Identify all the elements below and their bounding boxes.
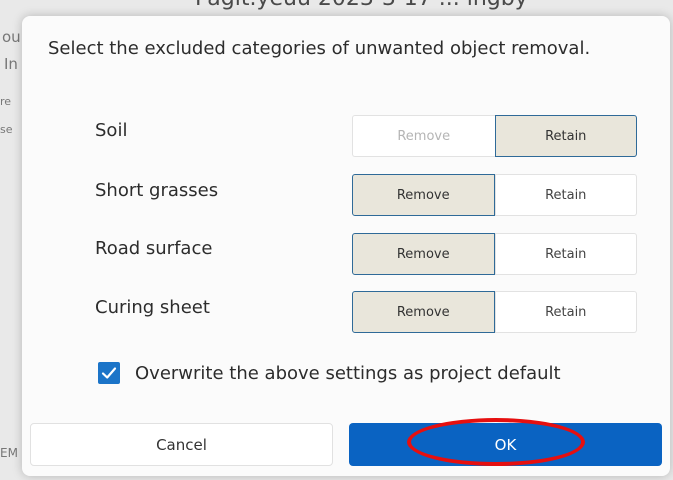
cancel-button[interactable]: Cancel: [30, 423, 333, 466]
project-default-checkbox[interactable]: [98, 362, 120, 384]
project-default-checkbox-label: Overwrite the above settings as project …: [135, 362, 561, 384]
project-default-checkbox-row[interactable]: Overwrite the above settings as project …: [98, 362, 561, 384]
background-text-fragment: In: [4, 55, 18, 73]
soil-retain-option[interactable]: Retain: [494, 115, 637, 157]
road-surface-remove-option[interactable]: Remove: [352, 233, 495, 275]
background-text-fragment: ou: [2, 28, 21, 46]
segmented-control-road-surface: Remove Retain: [352, 233, 637, 275]
background-text-fragment: se: [0, 123, 13, 136]
segmented-control-short-grasses: Remove Retain: [352, 174, 637, 216]
unwanted-object-removal-dialog: Select the excluded categories of unwant…: [22, 16, 670, 476]
dialog-prompt: Select the excluded categories of unwant…: [48, 38, 591, 59]
ok-button[interactable]: OK: [349, 423, 662, 466]
category-label-curing-sheet: Curing sheet: [95, 297, 210, 318]
checkmark-icon: [101, 367, 117, 379]
road-surface-retain-option[interactable]: Retain: [494, 233, 637, 275]
background-text-fragment: EM: [0, 446, 18, 460]
segmented-control-soil: Remove Retain: [352, 115, 637, 157]
background-page-title: Pagit.yeuu 2023-3-17 ... ingby: [195, 0, 615, 14]
curing-sheet-retain-option[interactable]: Retain: [494, 291, 637, 333]
short-grasses-retain-option[interactable]: Retain: [494, 174, 637, 216]
segmented-control-curing-sheet: Remove Retain: [352, 291, 637, 333]
curing-sheet-remove-option[interactable]: Remove: [352, 291, 495, 333]
category-label-short-grasses: Short grasses: [95, 180, 219, 201]
short-grasses-remove-option[interactable]: Remove: [352, 174, 495, 216]
category-label-road-surface: Road surface: [95, 238, 213, 259]
background-text-fragment: re: [0, 95, 12, 108]
category-label-soil: Soil: [95, 120, 128, 141]
soil-remove-option[interactable]: Remove: [352, 115, 495, 157]
